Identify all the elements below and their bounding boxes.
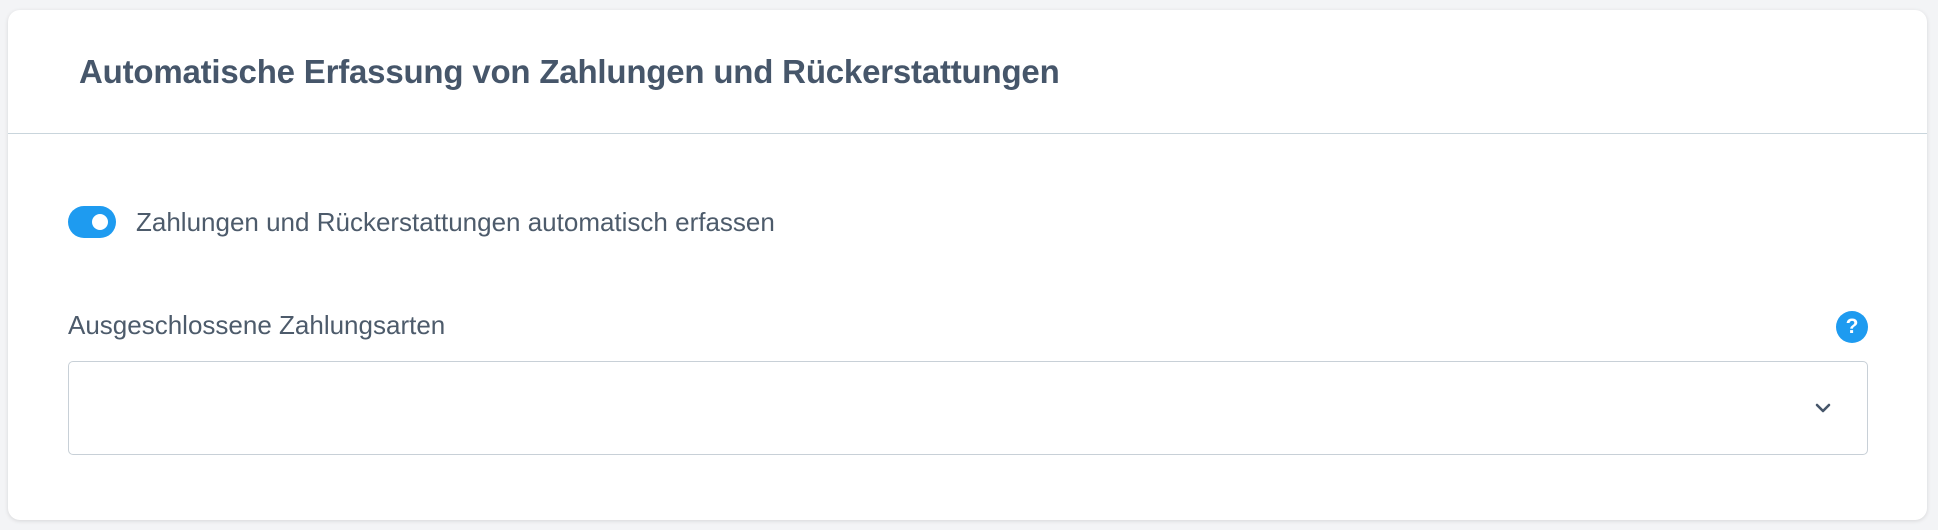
auto-capture-toggle-label[interactable]: Zahlungen und Rückerstattungen automatis… <box>136 207 775 238</box>
auto-capture-toggle-row: Zahlungen und Rückerstattungen automatis… <box>68 206 775 238</box>
chevron-down-icon <box>1815 403 1831 413</box>
question-icon[interactable]: ? <box>1836 311 1868 343</box>
excluded-payment-methods-select[interactable] <box>68 361 1868 455</box>
excluded-payment-methods-label: Ausgeschlossene Zahlungsarten <box>68 310 446 340</box>
auto-capture-toggle[interactable] <box>68 206 116 238</box>
auto-capture-settings-card: Automatische Erfassung von Zahlungen und… <box>8 10 1927 520</box>
section-title: Automatische Erfassung von Zahlungen und… <box>79 52 1060 90</box>
card-header: Automatische Erfassung von Zahlungen und… <box>8 10 1927 134</box>
toggle-knob <box>92 214 108 230</box>
